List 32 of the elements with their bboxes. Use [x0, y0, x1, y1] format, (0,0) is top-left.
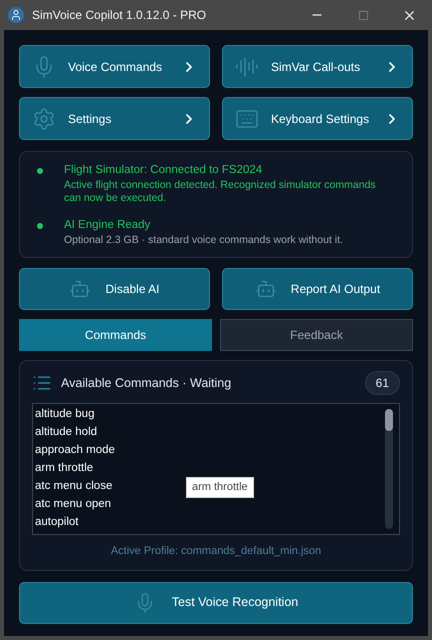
command-item[interactable]: altitude hold — [35, 423, 98, 441]
gear-icon — [32, 106, 56, 130]
status-title: Flight Simulator: Connected to FS2024 — [64, 163, 264, 178]
window-title: SimVoice Copilot 1.0.12.0 - PRO — [32, 7, 206, 24]
nav-button[interactable]: SimVar Call-outs — [222, 45, 413, 88]
tooltip: arm throttle — [186, 477, 254, 498]
nav-button[interactable]: Voice Commands — [19, 45, 210, 88]
command-item[interactable]: approach mode — [35, 441, 115, 459]
nav-button[interactable]: Settings — [19, 97, 210, 140]
robot-icon — [69, 278, 92, 300]
ai-button[interactable]: Report AI Output — [222, 268, 413, 310]
command-item[interactable]: autopilot — [35, 513, 78, 531]
status-description: Optional 2.3 GB · standard voice commands work without it. — [64, 234, 343, 247]
scrollbar[interactable] — [385, 409, 393, 529]
command-item[interactable]: altitude bug — [35, 405, 94, 423]
robot-icon — [254, 278, 277, 300]
ai-button[interactable]: Disable AI — [19, 268, 210, 310]
maximize-icon — [358, 10, 368, 20]
active-profile-text: Active Profile: commands_default_min.json — [110, 544, 322, 559]
count-badge: 61 — [364, 371, 400, 395]
command-item[interactable]: arm throttle — [35, 459, 94, 477]
status-title: AI Engine Ready — [64, 218, 152, 233]
nav-button[interactable]: Keyboard Settings — [222, 97, 413, 140]
app-logo-icon — [8, 7, 24, 23]
command-item[interactable]: atc menu close — [35, 477, 112, 495]
status-description: Active flight connection detected. Recognized simulator commands can now be executed. — [64, 179, 377, 205]
tab[interactable]: Commands — [19, 319, 212, 351]
test-voice-button[interactable]: Test Voice Recognition — [19, 582, 413, 624]
panel-title: Available Commands · Waiting — [61, 374, 232, 392]
command-item[interactable]: atc menu open — [35, 495, 112, 513]
tab[interactable]: Feedback — [220, 319, 413, 351]
wave-icon — [235, 54, 259, 78]
